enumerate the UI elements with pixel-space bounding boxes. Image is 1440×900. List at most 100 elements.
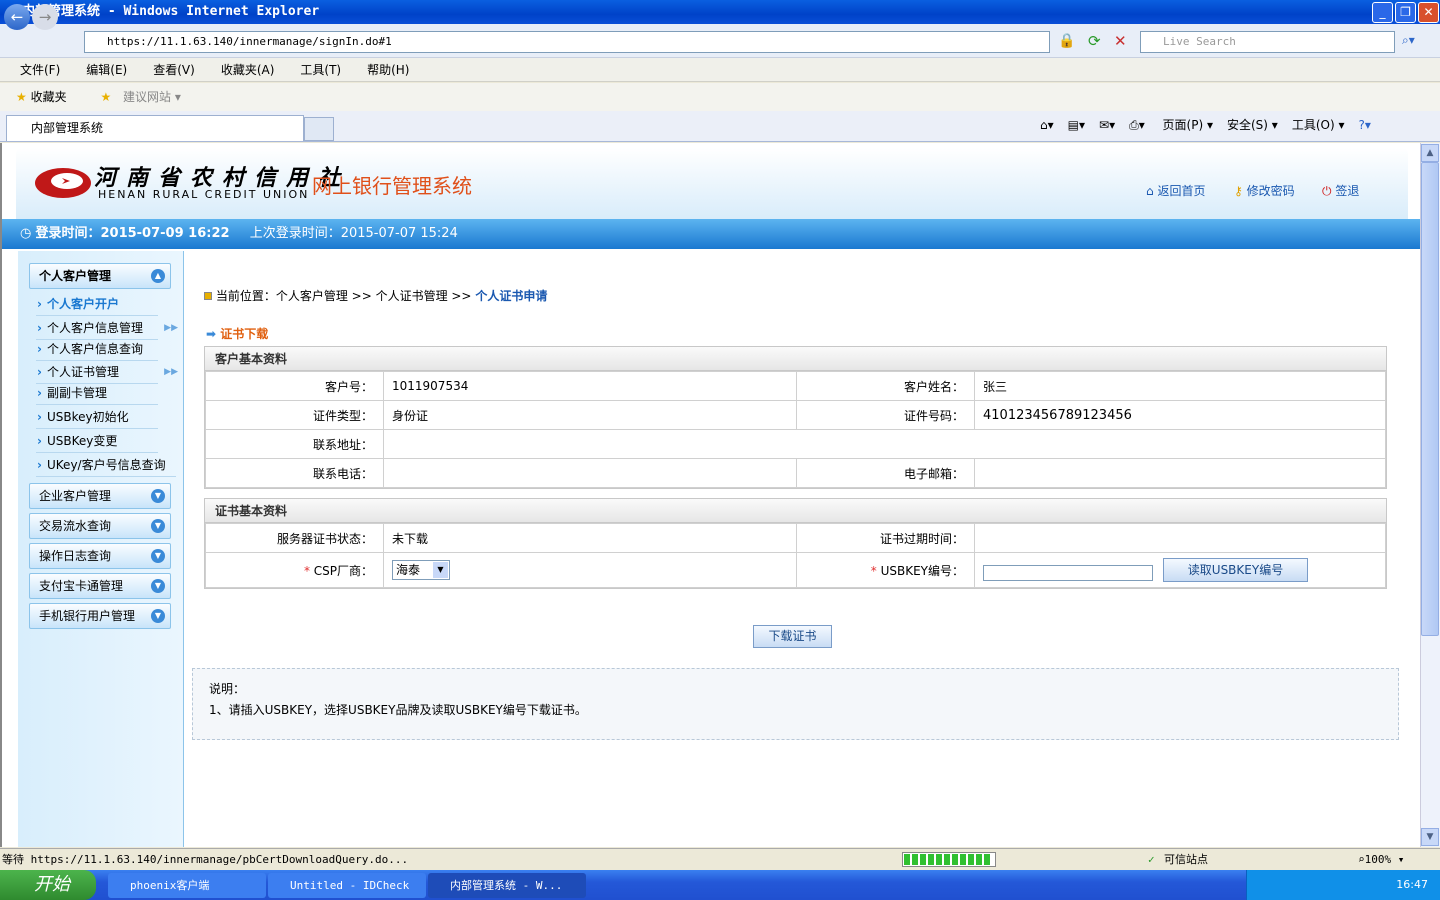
lock-icon[interactable]: 🔒 (1058, 33, 1075, 49)
sidebar-group-alipay[interactable]: 支付宝卡通管理 ▼ (29, 573, 171, 599)
menu-file[interactable]: 文件(F) (20, 63, 60, 77)
tab-active[interactable]: 内部管理系统 (6, 115, 304, 141)
window-title-bar: 内部管理系统 - Windows Internet Explorer (0, 0, 1440, 24)
main-content: 当前位置：个人客户管理 >> 个人证书管理 >> 个人证书申请 ➡ 证书下载 客… (184, 251, 1406, 847)
start-button[interactable]: 开始 (0, 870, 96, 900)
label-cert-status: 服务器证书状态： (205, 523, 384, 553)
page-menu[interactable]: 页面(P) ▾ (1163, 118, 1213, 132)
instructions: 说明： 1、请插入USBKEY，选择USBKEY品牌及读取USBKEY编号下载证书… (192, 668, 1399, 740)
sidebar-item-info-query[interactable]: 个人客户信息查询 (36, 339, 158, 361)
task-phoenix[interactable]: phoenix客户端 (108, 873, 266, 898)
csp-select[interactable]: 海泰 ▼ (392, 560, 450, 580)
sidebar-item-usbkey-change[interactable]: USBKey变更 (36, 431, 158, 453)
minimize-button[interactable]: _ (1372, 2, 1393, 23)
label-customer-no: 客户号： (205, 371, 384, 401)
check-icon: ✓ (1148, 853, 1155, 866)
address-bar[interactable]: https://11.1.63.140/innermanage/signIn.d… (84, 31, 1050, 53)
favorites-button[interactable]: 收藏夹 (31, 90, 67, 104)
task-idcheck[interactable]: Untitled - IDCheck (268, 873, 426, 898)
sidebar-group-transactions[interactable]: 交易流水查询 ▼ (29, 513, 171, 539)
star-icon: ★ (16, 90, 27, 104)
search-icon[interactable]: ⌕▾ (1402, 33, 1415, 48)
maximize-button[interactable]: ❐ (1395, 2, 1416, 23)
note-line: 1、请插入USBKEY，选择USBKEY品牌及读取USBKEY编号下载证书。 (209, 703, 587, 717)
sidebar-group-mobile[interactable]: 手机银行用户管理 ▼ (29, 603, 171, 629)
window-title: 内部管理系统 - Windows Internet Explorer (22, 4, 320, 19)
task-ie[interactable]: 内部管理系统 - W... (428, 873, 586, 898)
suggested-sites[interactable]: 建议网站 ▾ (123, 90, 181, 104)
logo-english: HENAN RURAL CREDIT UNION (98, 188, 310, 201)
id-number: 410123456789123456 (974, 400, 1386, 430)
home-icon[interactable]: ⌂▾ (1040, 118, 1054, 132)
menu-help[interactable]: 帮助(H) (367, 63, 409, 77)
section-title: ➡ 证书下载 (206, 327, 269, 341)
sidebar-item-open-account[interactable]: 个人客户开户 (36, 294, 158, 316)
logo-icon (35, 168, 91, 198)
sidebar: 个人客户管理▲ 个人客户开户 个人客户信息管理▶▶ 个人客户信息查询 个人证书管… (18, 251, 184, 847)
sidebar-item-usbkey-init[interactable]: USBkey初始化 (36, 407, 158, 429)
customer-no: 1011907534 (383, 371, 797, 401)
web-page: 河南省农村信用社 HENAN RURAL CREDIT UNION 网上银行管理… (0, 143, 1420, 847)
scroll-down-button[interactable]: ▼ (1421, 828, 1439, 846)
label-email: 电子邮箱： (796, 458, 975, 488)
home-link[interactable]: ⌂ 返回首页 (1146, 182, 1205, 199)
cert-expiry (974, 523, 1386, 553)
home-icon: ⌂ (1146, 184, 1158, 198)
search-input[interactable]: Live Search (1140, 31, 1395, 53)
stop-button[interactable]: ✕ (1114, 32, 1127, 50)
label-csp: CSP厂商： (313, 563, 373, 578)
read-usbkey-button[interactable]: 读取USBKEY编号 (1163, 558, 1308, 582)
sidebar-group-personal[interactable]: 个人客户管理 ▲ (29, 263, 171, 289)
sidebar-group-logs[interactable]: 操作日志查询 ▼ (29, 543, 171, 569)
usbkey-input[interactable] (983, 565, 1153, 581)
safety-menu[interactable]: 安全(S) ▾ (1227, 118, 1278, 132)
zoom-icon: ⌕ (1358, 853, 1365, 866)
menu-bar: 文件(F) 编辑(E) 查看(V) 收藏夹(A) 工具(T) 帮助(H) (0, 58, 1440, 82)
mail-icon[interactable]: ✉▾ (1099, 118, 1115, 132)
required-mark: * (303, 563, 310, 578)
id-type: 身份证 (383, 400, 797, 430)
close-button[interactable]: ✕ (1418, 2, 1439, 23)
command-bar: ⌂▾ ▤▾ ✉▾ ⎙▾ 页面(P) ▾ 安全(S) ▾ 工具(O) ▾ ?▾ (1040, 115, 1385, 135)
zoom-level[interactable]: ⌕100% ▾ (1358, 849, 1404, 871)
help-icon[interactable]: ?▾ (1358, 118, 1370, 132)
back-button[interactable]: ← (4, 4, 30, 30)
menu-edit[interactable]: 编辑(E) (86, 63, 127, 77)
menu-tools[interactable]: 工具(T) (300, 63, 341, 77)
bullet-icon (204, 292, 212, 300)
clock: 16:47 (1396, 878, 1428, 891)
chevron-down-icon: ▼ (433, 562, 448, 578)
logout-link[interactable]: ⏻ 签退 (1322, 182, 1359, 199)
phone (383, 458, 797, 488)
forward-button[interactable]: → (32, 4, 58, 30)
customer-info-header: 客户基本资料 (205, 347, 1386, 371)
sidebar-item-card-manage[interactable]: 副副卡管理 (36, 383, 158, 405)
new-tab-button[interactable] (304, 117, 334, 141)
label-address: 联系地址： (205, 429, 384, 459)
download-cert-button[interactable]: 下载证书 (753, 625, 832, 648)
scroll-thumb[interactable] (1421, 162, 1439, 636)
print-icon[interactable]: ⎙▾ (1129, 118, 1145, 132)
feeds-icon[interactable]: ▤▾ (1068, 118, 1085, 132)
label-name: 客户姓名： (796, 371, 975, 401)
refresh-button[interactable]: ⟳ (1088, 32, 1101, 50)
sidebar-group-enterprise[interactable]: 企业客户管理 ▼ (29, 483, 171, 509)
add-favorite-icon[interactable]: ★ (100, 90, 111, 104)
taskbar: 开始 phoenix客户端 Untitled - IDCheck 内部管理系统 … (0, 870, 1440, 900)
sidebar-item-info-manage[interactable]: 个人客户信息管理▶▶ (36, 318, 178, 340)
customer-name: 张三 (974, 371, 1386, 401)
scroll-up-button[interactable]: ▲ (1421, 144, 1439, 162)
progress-bar (902, 852, 996, 867)
breadcrumb-current: 个人证书申请 (475, 289, 548, 303)
sidebar-item-cert-manage[interactable]: 个人证书管理▶▶ (36, 362, 178, 384)
sidebar-item-ukey-query[interactable]: UKey/客户号信息查询 (36, 455, 176, 477)
label-phone: 联系电话： (205, 458, 384, 488)
menu-favorites[interactable]: 收藏夹(A) (221, 63, 275, 77)
change-password-link[interactable]: ⚷ 修改密码 (1234, 182, 1295, 199)
tools-menu[interactable]: 工具(O) ▾ (1292, 118, 1345, 132)
note-title: 说明： (209, 682, 246, 696)
menu-view[interactable]: 查看(V) (153, 63, 195, 77)
address (383, 429, 1386, 459)
cert-info-section: 证书基本资料 服务器证书状态： 未下载 证书过期时间： * CSP厂商： 海泰 ▼ *… (204, 498, 1387, 589)
required-mark: * (870, 563, 877, 578)
